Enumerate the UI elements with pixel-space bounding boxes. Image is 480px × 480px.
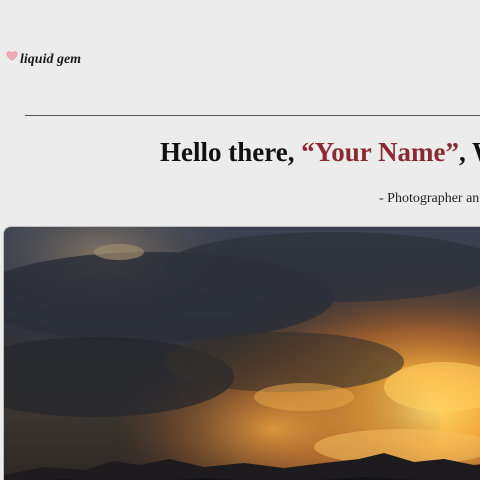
sunset-storm-image <box>4 227 480 480</box>
header-divider <box>25 115 480 116</box>
hero-subtitle: - Photographer an <box>379 191 480 206</box>
hero-greeting: Hello there, “Your Name”, We <box>160 135 480 169</box>
greeting-prefix: Hello there, <box>160 137 302 167</box>
name-placeholder: “Your Name” <box>301 137 459 167</box>
heart-icon <box>6 50 18 62</box>
brand-name: liquid gem <box>20 52 82 67</box>
site-brand[interactable]: liquid gem <box>6 50 82 68</box>
hero-image <box>3 226 480 480</box>
greeting-suffix: , We <box>458 137 480 167</box>
page: liquid gem Hello there, “Your Name”, We … <box>0 0 480 480</box>
